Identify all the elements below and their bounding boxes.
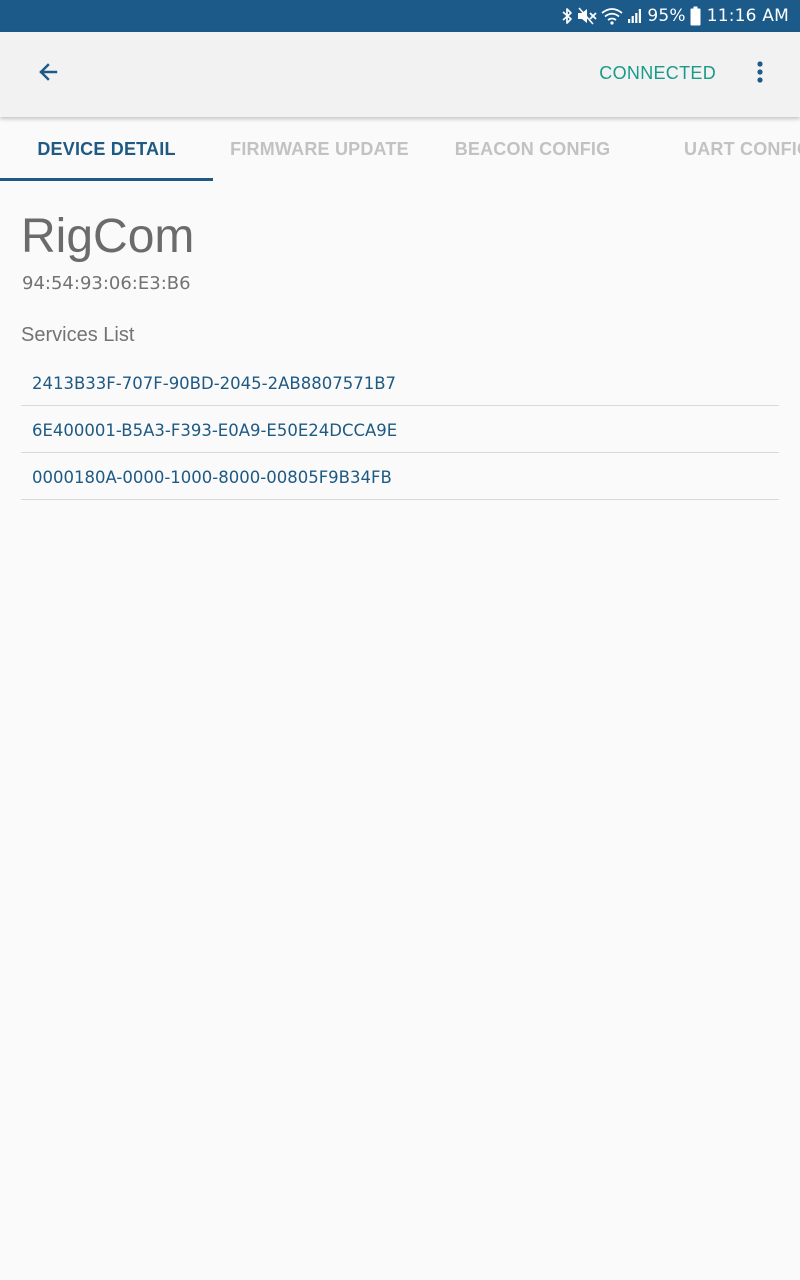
back-button[interactable] <box>28 54 68 94</box>
clock-time: 11:16 AM <box>706 6 789 26</box>
battery-icon <box>690 6 701 26</box>
services-list-heading: Services List <box>21 324 135 346</box>
arrow-back-icon <box>36 60 60 89</box>
wifi-icon <box>601 7 623 25</box>
tab-indicator <box>0 178 213 181</box>
device-mac-address: 94:54:93:06:E3:B6 <box>22 273 191 294</box>
signal-icon <box>627 7 643 25</box>
overflow-menu-button[interactable] <box>746 58 774 90</box>
mute-icon <box>577 7 597 25</box>
status-bar: 95% 11:16 AM <box>0 0 800 32</box>
services-list: 2413B33F-707F-90BD-2045-2AB8807571B7 6E4… <box>21 359 779 500</box>
service-list-item[interactable]: 6E400001-B5A3-F393-E0A9-E50E24DCCA9E <box>21 406 779 453</box>
tab-uart-config[interactable]: UART CONFIG <box>684 117 800 181</box>
tab-device-detail[interactable]: DEVICE DETAIL <box>0 117 213 181</box>
app-bar: CONNECTED <box>0 32 800 117</box>
battery-percent: 95% <box>647 6 686 26</box>
service-list-item[interactable]: 2413B33F-707F-90BD-2045-2AB8807571B7 <box>21 359 779 406</box>
tab-beacon-config[interactable]: BEACON CONFIG <box>426 117 639 181</box>
more-vert-icon <box>757 60 763 88</box>
connection-status-button[interactable]: CONNECTED <box>599 63 716 84</box>
tab-bar: DEVICE DETAIL FIRMWARE UPDATE BEACON CON… <box>0 117 800 181</box>
device-name: RigCom <box>21 210 195 263</box>
service-list-item[interactable]: 0000180A-0000-1000-8000-00805F9B34FB <box>21 453 779 500</box>
tab-firmware-update[interactable]: FIRMWARE UPDATE <box>213 117 426 181</box>
bluetooth-icon <box>561 7 573 25</box>
